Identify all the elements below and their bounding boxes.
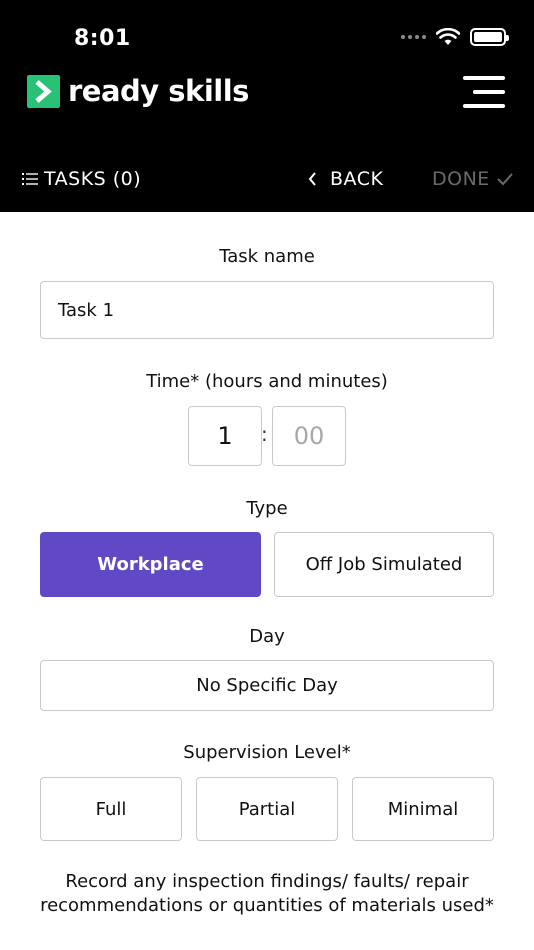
hours-input[interactable]: 1: [188, 406, 262, 466]
done-label: DONE: [432, 168, 490, 190]
tasks-label: TASKS (0): [44, 168, 142, 190]
task-nav-bar: TASKS (0) BACK DONE: [0, 168, 534, 198]
supervision-option-full[interactable]: Full: [40, 777, 182, 841]
back-label: BACK: [330, 168, 384, 190]
task-name-label: Task name: [219, 246, 315, 267]
supervision-option-partial[interactable]: Partial: [196, 777, 338, 841]
record-findings-label: Record any inspection findings/ faults/ …: [40, 871, 494, 916]
task-name-input[interactable]: Task 1: [40, 281, 494, 339]
type-option-workplace[interactable]: Workplace: [40, 532, 261, 597]
back-button[interactable]: BACK: [308, 168, 383, 190]
status-time: 8:01: [74, 26, 131, 51]
supervision-label: Supervision Level*: [183, 742, 351, 763]
brand-chevron-icon: [27, 74, 60, 108]
time-label: Time* (hours and minutes): [146, 371, 388, 392]
cellular-signal-icon: [401, 35, 426, 39]
brand-name: ready skills: [68, 74, 249, 108]
supervision-option-minimal[interactable]: Minimal: [352, 777, 494, 841]
type-option-off-job-simulated[interactable]: Off Job Simulated: [274, 532, 494, 597]
wifi-icon: [436, 28, 460, 45]
day-label: Day: [249, 626, 285, 647]
checkmark-icon: [497, 173, 513, 186]
chevron-left-icon: [308, 172, 316, 186]
battery-icon: [470, 28, 509, 46]
hamburger-menu-icon[interactable]: [463, 76, 505, 108]
app-header: 8:01 ready skills TASKS (0) BACK DONE: [0, 0, 534, 212]
list-icon: [22, 173, 38, 185]
day-select[interactable]: No Specific Day: [40, 660, 494, 711]
status-icons: [401, 28, 509, 46]
type-label: Type: [246, 498, 288, 519]
done-button[interactable]: DONE: [432, 168, 514, 190]
time-separator: :: [261, 422, 268, 446]
minutes-input[interactable]: 00: [272, 406, 346, 466]
brand-logo: ready skills: [27, 74, 249, 108]
tasks-link[interactable]: TASKS (0): [22, 168, 141, 190]
